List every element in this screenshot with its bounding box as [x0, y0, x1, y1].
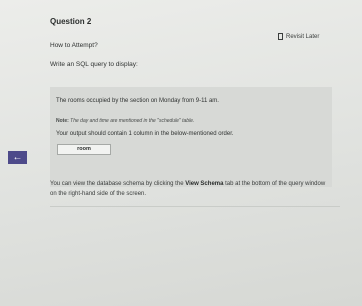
- bookmark-icon: [278, 33, 283, 40]
- divider: [50, 206, 340, 207]
- question-description: The rooms occupied by the section on Mon…: [56, 98, 219, 104]
- how-to-attempt-heading: How to Attempt?: [50, 42, 98, 49]
- question-title: Question 2: [50, 17, 92, 26]
- note-label: Note:: [56, 118, 69, 124]
- question-page: Question 2 Revisit Later How to Attempt?…: [0, 0, 362, 306]
- back-button[interactable]: ←: [8, 151, 27, 164]
- left-arrow-icon: ←: [12, 152, 23, 163]
- schema-info-text-before: You can view the database schema by clic…: [50, 181, 184, 187]
- question-prompt: Write an SQL query to display:: [50, 61, 138, 68]
- revisit-later-label: Revisit Later: [286, 33, 320, 40]
- note-text: The day and time are mentioned in the "s…: [70, 118, 195, 124]
- schema-info: You can view the database schema by clic…: [50, 179, 332, 199]
- revisit-later-button[interactable]: Revisit Later: [278, 33, 319, 40]
- output-column-room: room: [57, 144, 111, 155]
- view-schema-link[interactable]: View Schema: [185, 181, 223, 187]
- question-note: Note: The day and time are mentioned in …: [56, 118, 194, 124]
- output-instruction: Your output should contain 1 column in t…: [56, 131, 234, 137]
